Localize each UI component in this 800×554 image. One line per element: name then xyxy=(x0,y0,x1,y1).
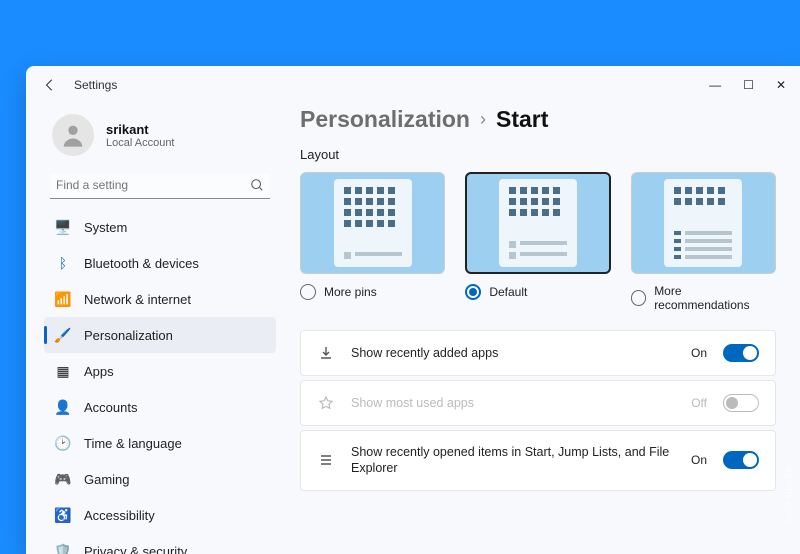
clock-icon: 🕑 xyxy=(54,434,72,452)
display-icon: 🖥️ xyxy=(54,218,72,236)
profile[interactable]: srikant Local Account xyxy=(44,108,276,170)
sidebar-item-label: Accessibility xyxy=(84,508,155,523)
nav-list: 🖥️ System ᛒ Bluetooth & devices 📶 Network &… xyxy=(44,209,276,554)
sidebar-item-label: Time & language xyxy=(84,436,182,451)
search-box[interactable] xyxy=(50,174,270,199)
sidebar-item-bluetooth[interactable]: ᛒ Bluetooth & devices xyxy=(44,245,276,281)
layout-thumbnail xyxy=(631,172,776,274)
layout-option-default[interactable]: Default xyxy=(465,172,610,312)
setting-state: On xyxy=(691,346,707,360)
sidebar-item-apps[interactable]: ▦ Apps xyxy=(44,353,276,389)
toggle-switch[interactable] xyxy=(723,451,759,469)
setting-state: On xyxy=(691,453,707,467)
sidebar-item-privacy[interactable]: 🛡️ Privacy & security xyxy=(44,533,276,554)
setting-state: Off xyxy=(691,396,707,410)
sidebar-item-label: Bluetooth & devices xyxy=(84,256,199,271)
window-title: Settings xyxy=(74,78,117,92)
sidebar-item-network[interactable]: 📶 Network & internet xyxy=(44,281,276,317)
sidebar-item-personalization[interactable]: 🖌️ Personalization xyxy=(44,317,276,353)
maximize-button[interactable]: ☐ xyxy=(743,78,754,92)
sidebar-item-label: Accounts xyxy=(84,400,137,415)
close-button[interactable]: ✕ xyxy=(776,78,786,92)
layout-option-more-recommendations[interactable]: More recommendations xyxy=(631,172,776,312)
radio-icon xyxy=(631,290,647,306)
brush-icon: 🖌️ xyxy=(54,326,72,344)
sidebar: srikant Local Account 🖥️ System ᛒ Bluetoot… xyxy=(26,104,288,554)
accessibility-icon: ♿ xyxy=(54,506,72,524)
layout-thumbnail xyxy=(465,172,610,274)
sidebar-item-label: Gaming xyxy=(84,472,130,487)
setting-label: Show most used apps xyxy=(351,395,675,411)
person-icon xyxy=(59,121,87,149)
gamepad-icon: 🎮 xyxy=(54,470,72,488)
layout-thumbnail xyxy=(300,172,445,274)
toggle-switch[interactable] xyxy=(723,344,759,362)
sidebar-item-label: Network & internet xyxy=(84,292,191,307)
radio-icon xyxy=(300,284,316,300)
layout-options: More pins Default xyxy=(300,172,776,312)
titlebar: Settings — ☐ ✕ xyxy=(26,66,800,104)
list-icon xyxy=(317,451,335,469)
layout-option-label: Default xyxy=(489,285,527,299)
settings-window: Settings — ☐ ✕ srikant Local Account xyxy=(26,66,800,554)
sidebar-item-system[interactable]: 🖥️ System xyxy=(44,209,276,245)
setting-most-used: Show most used apps Off xyxy=(300,380,776,426)
sidebar-item-time-language[interactable]: 🕑 Time & language xyxy=(44,425,276,461)
breadcrumb: Personalization › Start xyxy=(300,106,776,133)
setting-recently-added[interactable]: Show recently added apps On xyxy=(300,330,776,376)
user-icon: 👤 xyxy=(54,398,72,416)
layout-option-label: More pins xyxy=(324,285,377,299)
layout-heading: Layout xyxy=(300,147,776,162)
search-input[interactable] xyxy=(56,178,250,192)
profile-name: srikant xyxy=(106,122,175,137)
search-icon xyxy=(250,178,264,192)
settings-list: Show recently added apps On Show most us… xyxy=(300,330,776,491)
breadcrumb-current: Start xyxy=(496,106,548,133)
chevron-right-icon: › xyxy=(480,109,486,130)
shield-icon: 🛡️ xyxy=(54,542,72,554)
setting-recent-items[interactable]: Show recently opened items in Start, Jum… xyxy=(300,430,776,491)
profile-subtitle: Local Account xyxy=(106,137,175,149)
sidebar-item-label: Privacy & security xyxy=(84,544,187,554)
bluetooth-icon: ᛒ xyxy=(54,254,72,272)
layout-option-more-pins[interactable]: More pins xyxy=(300,172,445,312)
breadcrumb-parent[interactable]: Personalization xyxy=(300,106,470,133)
arrow-left-icon xyxy=(43,78,57,92)
download-icon xyxy=(317,344,335,362)
watermark: wsxdn.com xyxy=(783,465,794,524)
toggle-switch xyxy=(723,394,759,412)
main-content: Personalization › Start Layout xyxy=(288,104,800,554)
back-button[interactable] xyxy=(40,75,60,95)
setting-label: Show recently opened items in Start, Jum… xyxy=(351,444,675,477)
apps-icon: ▦ xyxy=(54,362,72,380)
sidebar-item-gaming[interactable]: 🎮 Gaming xyxy=(44,461,276,497)
sidebar-item-label: Personalization xyxy=(84,328,173,343)
avatar xyxy=(52,114,94,156)
wifi-icon: 📶 xyxy=(54,290,72,308)
sidebar-item-accounts[interactable]: 👤 Accounts xyxy=(44,389,276,425)
setting-label: Show recently added apps xyxy=(351,345,675,361)
radio-icon xyxy=(465,284,481,300)
sidebar-item-label: System xyxy=(84,220,127,235)
layout-option-label: More recommendations xyxy=(654,284,776,312)
sidebar-item-accessibility[interactable]: ♿ Accessibility xyxy=(44,497,276,533)
minimize-button[interactable]: — xyxy=(709,78,721,92)
star-icon xyxy=(317,394,335,412)
sidebar-item-label: Apps xyxy=(84,364,114,379)
